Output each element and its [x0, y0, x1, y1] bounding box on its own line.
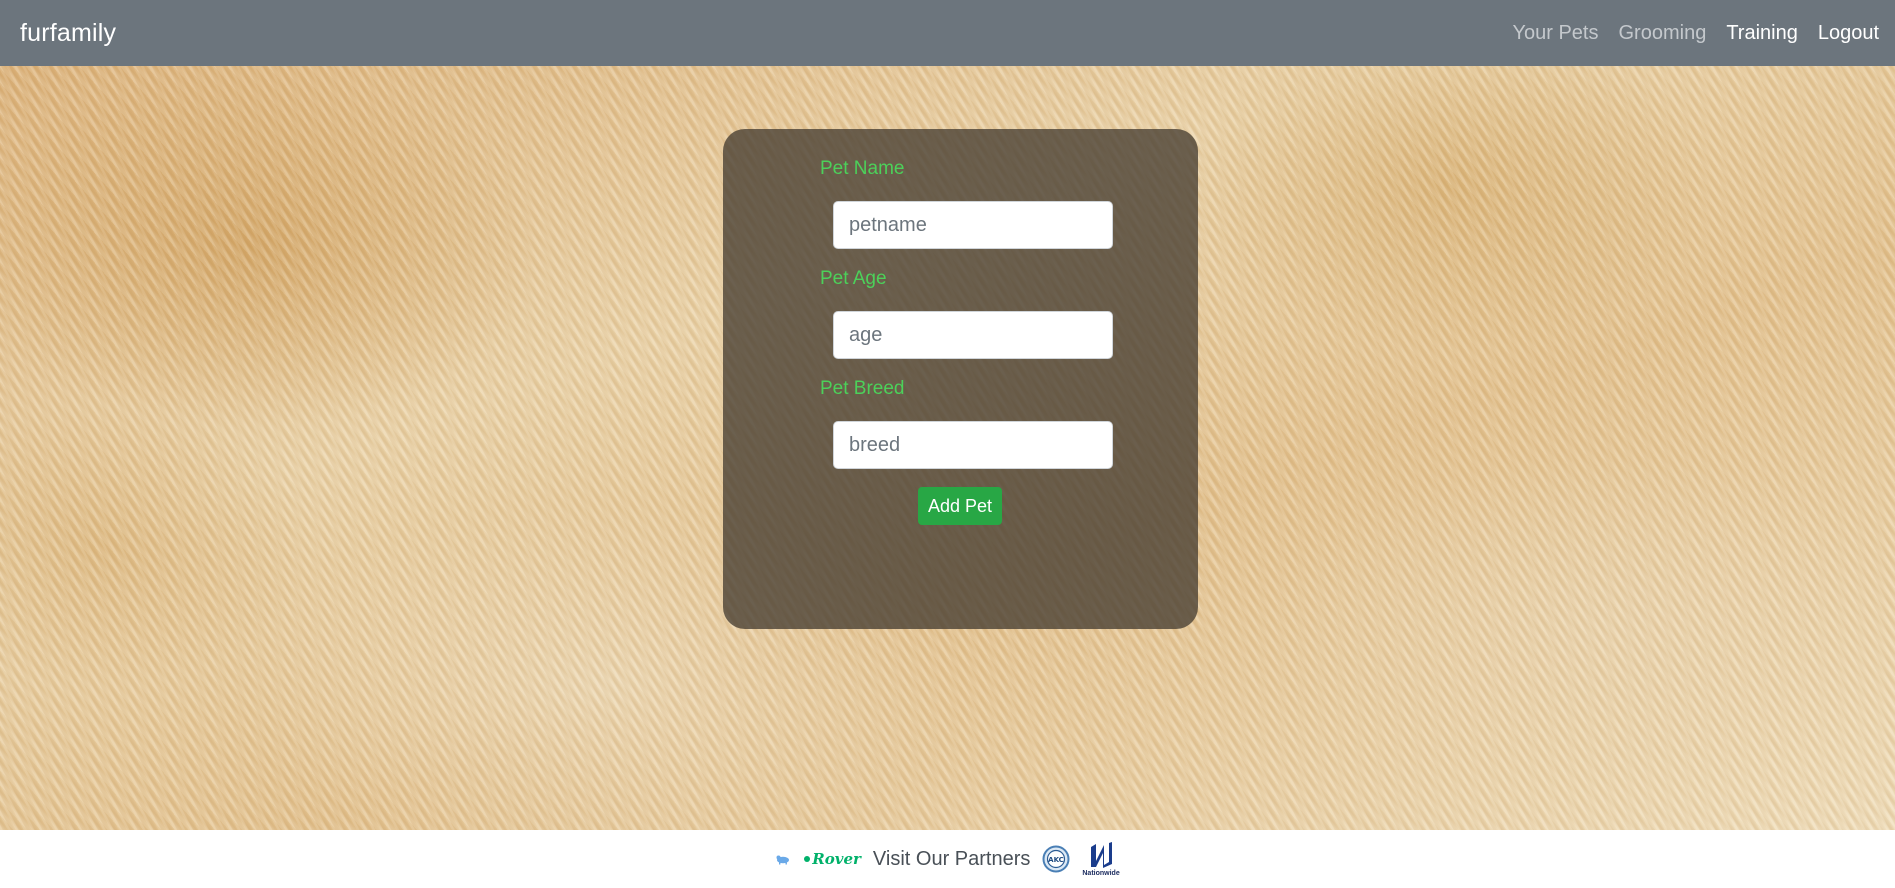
- akc-logo-icon[interactable]: AKC: [1042, 843, 1070, 875]
- nav-links: Your Pets Grooming Training Logout: [1503, 22, 1890, 45]
- nationwide-logo-icon[interactable]: Nationwide: [1082, 841, 1120, 877]
- navbar: furfamily Your Pets Grooming Training Lo…: [0, 0, 1895, 66]
- pet-name-input[interactable]: [833, 201, 1113, 249]
- nav-link-training[interactable]: Training: [1716, 22, 1808, 45]
- add-pet-button[interactable]: Add Pet: [918, 487, 1002, 525]
- footer: Rover Visit Our Partners AKC Nationwide: [0, 830, 1895, 888]
- partners-text: Visit Our Partners: [872, 847, 1031, 870]
- pet-age-input[interactable]: [833, 311, 1113, 359]
- rover-logo-icon[interactable]: Rover: [803, 850, 861, 868]
- pet-age-label: Pet Age: [820, 268, 887, 289]
- pet-breed-input[interactable]: [833, 421, 1113, 469]
- add-pet-form: Pet Name Pet Age Pet Breed Add Pet: [723, 129, 1198, 629]
- nav-link-logout[interactable]: Logout: [1808, 22, 1889, 45]
- nav-link-grooming[interactable]: Grooming: [1609, 22, 1717, 45]
- hero-background: Pet Name Pet Age Pet Breed Add Pet: [0, 66, 1895, 830]
- nav-link-your-pets[interactable]: Your Pets: [1503, 22, 1609, 45]
- rover-wordmark: Rover: [812, 850, 861, 868]
- pet-breed-label: Pet Breed: [820, 378, 905, 399]
- brand-logo[interactable]: furfamily: [20, 19, 116, 48]
- akc-wordmark: AKC: [1049, 856, 1065, 864]
- pet-name-label: Pet Name: [820, 158, 905, 179]
- nationwide-wordmark: Nationwide: [1082, 870, 1120, 877]
- small-dog-logo-icon[interactable]: [775, 853, 791, 865]
